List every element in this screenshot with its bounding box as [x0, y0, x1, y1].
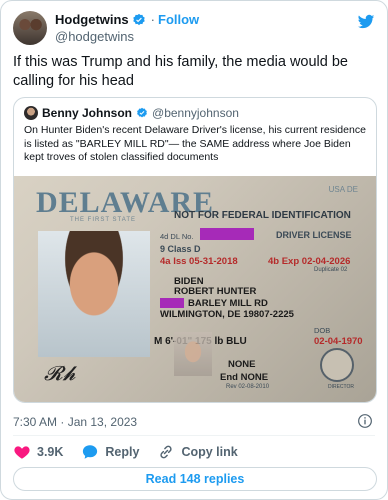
- like-button[interactable]: 3.9K: [13, 443, 63, 461]
- tweet-timestamp[interactable]: 7:30 AM · Jan 13, 2023: [13, 415, 137, 429]
- license-director: DIRECTOR: [327, 384, 354, 390]
- license-address-line2: WILMINGTON, DE 19807-2225: [160, 309, 294, 320]
- license-duplicate: Duplicate 02: [314, 267, 348, 273]
- read-replies-button[interactable]: Read 148 replies: [13, 467, 377, 491]
- follow-button[interactable]: Follow: [158, 12, 199, 27]
- verified-badge-icon: [132, 13, 145, 25]
- redaction-bar: [160, 298, 184, 308]
- state-seal-icon: [320, 348, 354, 382]
- license-ghost-photo: [174, 332, 212, 376]
- license-photo: [38, 231, 150, 357]
- twitter-logo-icon[interactable]: [357, 13, 375, 31]
- tweet-header: Hodgetwins · Follow @hodgetwins: [13, 11, 375, 47]
- license-first-name: ROBERT HUNTER: [174, 286, 257, 297]
- quoted-tweet[interactable]: Benny Johnson @bennyjohnson On Hunter Bi…: [13, 97, 377, 403]
- license-signature: 𝓡𝓱: [44, 361, 76, 385]
- license-image[interactable]: DELAWARE THE FIRST STATE USA DE NOT FOR …: [14, 176, 376, 402]
- info-icon[interactable]: [357, 413, 373, 429]
- license-dl-label: 4d DL No.: [160, 232, 194, 241]
- license-issue-date: 4a Iss 05-31-2018: [160, 256, 238, 267]
- verified-badge-icon: [137, 107, 147, 118]
- license-class: 9 Class D: [160, 244, 201, 254]
- quoted-author-handle: @bennyjohnson: [152, 106, 239, 120]
- tweet-card: Hodgetwins · Follow @hodgetwins If this …: [0, 0, 388, 500]
- tweet-text: If this was Trump and his family, the me…: [13, 54, 348, 89]
- separator-dot: ·: [150, 12, 156, 27]
- license-address-line1: BARLEY MILL RD: [188, 298, 268, 309]
- like-count: 3.9K: [37, 445, 64, 459]
- author-handle[interactable]: @hodgetwins: [55, 29, 134, 44]
- author-name[interactable]: Hodgetwins: [55, 12, 129, 27]
- quoted-avatar: [24, 106, 38, 120]
- reply-label: Reply: [105, 445, 140, 459]
- license-restrictions: NONE: [228, 359, 256, 370]
- quoted-tweet-header: Benny Johnson @bennyjohnson: [24, 106, 239, 120]
- heart-icon: [14, 446, 30, 459]
- license-dob-label: DOB: [314, 326, 331, 335]
- avatar[interactable]: [13, 11, 47, 45]
- license-subtitle: THE FIRST STATE: [70, 217, 137, 223]
- reply-bubble-icon: [83, 445, 98, 459]
- quoted-author-name: Benny Johnson: [42, 106, 133, 120]
- license-type: DRIVER LICENSE: [276, 230, 352, 240]
- license-dob: 02-04-1970: [314, 336, 363, 347]
- license-exp-date: 4b Exp 02-04-2026: [268, 256, 351, 267]
- license-federal-notice: NOT FOR FEDERAL IDENTIFICATION: [174, 210, 351, 221]
- redaction-bar: [200, 228, 254, 240]
- license-usa: USA DE: [328, 185, 358, 194]
- license-revision: Rev 02-08-2010: [226, 384, 270, 390]
- quoted-tweet-text: On Hunter Biden's recent Delaware Driver…: [24, 124, 366, 163]
- copy-link-label: Copy link: [181, 445, 238, 459]
- copy-link-button[interactable]: Copy link: [157, 443, 238, 461]
- tweet-actions: 3.9K Reply Copy link: [13, 443, 238, 461]
- divider: [13, 435, 375, 436]
- author-row: Hodgetwins · Follow: [55, 12, 199, 27]
- license-endorsements: End NONE: [220, 372, 269, 383]
- link-icon: [160, 445, 173, 459]
- reply-button[interactable]: Reply: [81, 443, 139, 461]
- timestamp-text[interactable]: 7:30 AM · Jan 13, 2023: [13, 415, 137, 429]
